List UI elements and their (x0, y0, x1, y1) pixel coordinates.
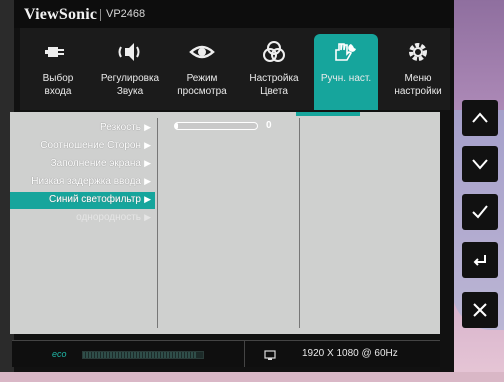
menu-label: Настройка (249, 73, 299, 84)
submenu-item-low-input-lag[interactable]: Низкая задержка ввода ▶ (10, 174, 155, 191)
top-menu: Выбор входа Регулировка Звука Режим прос… (20, 28, 450, 110)
resolution-readout: 1920 X 1080 @ 60Hz (302, 348, 398, 359)
blue-light-slider[interactable] (174, 122, 258, 130)
down-button[interactable] (462, 146, 498, 182)
menu-view-mode[interactable]: Режим просмотра (170, 34, 234, 110)
confirm-icon (472, 205, 488, 219)
settings-panel: Резкость ▶ Соотношение Сторон ▶ Заполнен… (10, 112, 440, 334)
menu-setup[interactable]: Меню настройки (386, 34, 450, 110)
close-icon (473, 303, 487, 317)
eco-meter (82, 351, 204, 359)
return-icon (473, 255, 486, 266)
speaker-icon (98, 40, 162, 66)
active-column-accent (296, 112, 360, 116)
submenu-label: однородность (76, 212, 141, 223)
menu-manual-adjust[interactable]: Ручн. наст. (314, 34, 378, 110)
submenu-item-sharpness[interactable]: Резкость ▶ (10, 120, 155, 137)
menu-label: Выбор (42, 73, 74, 84)
menu-label: Ручн. наст. (320, 73, 372, 84)
model-name: VP2468 (99, 8, 146, 21)
column-divider (299, 118, 300, 328)
slider-fill (175, 123, 179, 129)
up-icon (472, 112, 488, 123)
return-button[interactable] (462, 242, 498, 278)
submenu-label: Заполнение экрана (50, 158, 141, 169)
menu-label: Режим (186, 73, 218, 84)
menu-label: Звука (116, 86, 144, 97)
confirm-button[interactable] (462, 194, 498, 230)
submenu-list: Резкость ▶ Соотношение Сторон ▶ Заполнен… (10, 118, 157, 332)
chevron-right-icon: ▶ (144, 122, 151, 132)
menu-label: входа (44, 86, 72, 97)
chevron-right-icon: ▶ (144, 158, 151, 168)
submenu-item-blue-light-filter[interactable]: Синий светофильтр ▶ (10, 192, 155, 209)
submenu-label: Синий светофильтр (49, 194, 141, 205)
background-bottom (0, 372, 504, 382)
hand-wrench-icon (314, 40, 378, 66)
up-button[interactable] (462, 100, 498, 136)
close-button[interactable] (462, 292, 498, 328)
brand-bar: ViewSonic VP2468 (14, 0, 454, 28)
column-divider (157, 118, 158, 328)
chevron-right-icon: ▶ (144, 176, 151, 186)
eco-meter-fill (83, 352, 197, 358)
menu-color-adjust[interactable]: Настройка Цвета (242, 34, 306, 110)
eco-label: eco (52, 349, 67, 359)
input-plug-icon (26, 40, 90, 66)
menu-label: просмотра (177, 86, 227, 97)
chevron-right-icon: ▶ (144, 194, 151, 204)
eye-icon (170, 40, 234, 66)
submenu-label: Соотношение Сторон (40, 140, 141, 151)
menu-input-select[interactable]: Выбор входа (26, 34, 90, 110)
submenu-label: Резкость (100, 122, 141, 133)
slider-value: 0 (266, 120, 272, 131)
menu-label: Меню (404, 73, 432, 84)
input-source-icon (264, 348, 276, 366)
color-circles-icon (242, 40, 306, 66)
menu-label: Регулировка (100, 73, 160, 84)
brand-name: ViewSonic (24, 6, 98, 23)
menu-label: настройки (394, 86, 442, 97)
status-divider (244, 341, 245, 367)
submenu-item-aspect-ratio[interactable]: Соотношение Сторон ▶ (10, 138, 155, 155)
menu-label: Цвета (260, 86, 288, 97)
submenu-label: Низкая задержка ввода (31, 176, 141, 187)
chevron-right-icon: ▶ (144, 212, 151, 222)
submenu-item-overscan[interactable]: Заполнение экрана ▶ (10, 156, 155, 173)
menu-audio[interactable]: Регулировка Звука (98, 34, 162, 110)
status-bar: eco 1920 X 1080 @ 60Hz (12, 340, 440, 367)
submenu-item-uniformity: однородность ▶ (10, 210, 155, 227)
gear-icon (386, 40, 450, 66)
down-icon (472, 159, 488, 170)
chevron-right-icon: ▶ (144, 140, 151, 150)
